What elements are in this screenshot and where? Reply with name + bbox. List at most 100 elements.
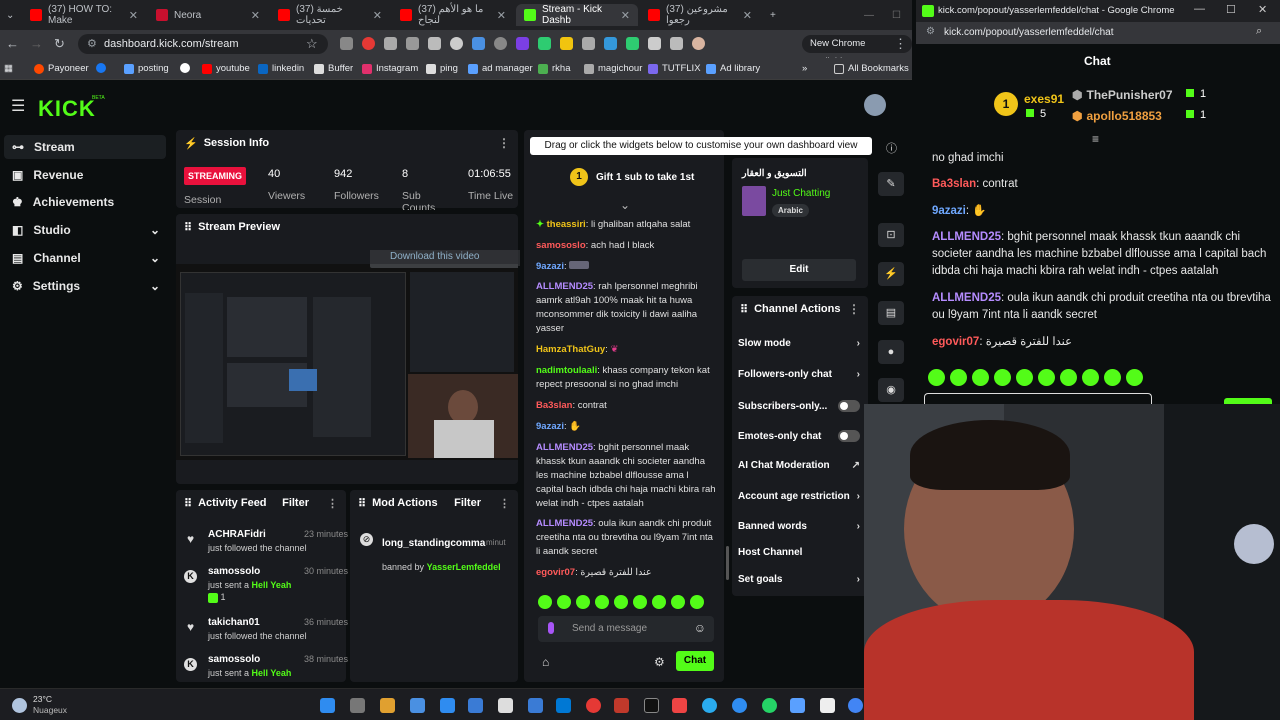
store-icon[interactable]: ⌂ (542, 655, 549, 669)
filter-button[interactable]: Filter (454, 497, 481, 509)
focus-icon[interactable]: ⊡ (878, 223, 904, 247)
tab-6[interactable]: (37) مشروعين رجعوا ✕ (640, 4, 760, 26)
minimize-icon[interactable]: — (1194, 3, 1205, 15)
apps-icon[interactable]: ▦ (4, 63, 13, 74)
close-icon[interactable]: ✕ (621, 9, 630, 22)
extension-icon[interactable] (406, 37, 419, 50)
more-icon[interactable]: ⋮ (498, 136, 510, 150)
kick-logo[interactable]: KICK (38, 96, 96, 122)
sidebar-item-studio[interactable]: ◧ Studio ⌄ (4, 218, 166, 242)
chat-user[interactable]: 9azazi (932, 205, 966, 217)
sidebar-item-channel[interactable]: ▤ Channel ⌄ (4, 246, 166, 270)
bookmark-magichour[interactable]: magichour (584, 63, 642, 74)
category-thumbnail[interactable] (742, 186, 766, 216)
more-icon[interactable]: ⋮ (848, 302, 860, 316)
bolt-icon[interactable]: ⚡ (878, 262, 904, 286)
sidebar-item-revenue[interactable]: ▣ Revenue (4, 163, 166, 187)
close-icon[interactable]: ✕ (129, 9, 138, 22)
chat-user[interactable]: ALLMEND25 (932, 292, 1001, 304)
followers-only-item[interactable]: Followers-only chat › (738, 369, 860, 380)
chat-user[interactable]: HamzaThatGuy (536, 344, 605, 355)
more-icon[interactable]: ⋮ (327, 497, 338, 510)
app-icon[interactable] (440, 698, 455, 713)
emote-icon[interactable] (972, 369, 989, 386)
emote-icon[interactable] (690, 594, 704, 609)
extension-icon[interactable] (560, 37, 573, 50)
emote-icon[interactable] (928, 369, 945, 386)
chat-user[interactable]: ALLMEND25 (536, 518, 593, 529)
google-icon[interactable] (180, 63, 190, 73)
app-icon[interactable] (614, 698, 629, 713)
task-view-icon[interactable] (350, 698, 365, 713)
forward-icon[interactable]: → (30, 36, 43, 51)
set-goals-item[interactable]: Set goals › (738, 574, 860, 585)
all-bookmarks[interactable]: All Bookmarks (834, 63, 909, 74)
media-icon[interactable] (670, 37, 683, 50)
opera-icon[interactable] (586, 698, 601, 713)
app-icon[interactable] (790, 698, 805, 713)
emote-icon[interactable] (538, 594, 552, 609)
chat-send-button[interactable]: Chat (676, 651, 714, 671)
facebook-icon[interactable] (96, 63, 106, 73)
bookmarks-overflow-icon[interactable]: » (802, 63, 807, 74)
extension-icon[interactable] (384, 37, 397, 50)
extension-icon[interactable] (494, 37, 507, 50)
maximize-icon[interactable]: ☐ (1226, 3, 1236, 16)
emote-icon[interactable] (557, 594, 571, 609)
category-link[interactable]: Just Chatting (772, 188, 830, 199)
close-icon[interactable]: ✕ (497, 9, 506, 22)
extension-icon[interactable] (362, 37, 375, 50)
tab-list-icon[interactable]: ⌄ (0, 4, 18, 26)
app-icon[interactable] (410, 698, 425, 713)
extension-icon[interactable] (626, 37, 639, 50)
puzzle-icon[interactable] (648, 37, 661, 50)
send-message-input[interactable]: Send a message ☺ (538, 616, 714, 642)
extension-icon[interactable] (604, 37, 617, 50)
edit-icon[interactable]: ✎ (878, 172, 904, 196)
gift-sub-cta[interactable]: Gift 1 sub to take 1st (596, 172, 694, 183)
ai-moderation-item[interactable]: AI Chat Moderation ↗ (738, 460, 860, 471)
emote-icon[interactable] (595, 594, 609, 609)
bookmark-posting[interactable]: posting (124, 63, 169, 74)
emote-icon[interactable] (1016, 369, 1033, 386)
extension-icon[interactable] (340, 37, 353, 50)
emoji-icon[interactable]: ☺ (694, 621, 706, 635)
leader-user[interactable]: apollo518853 (1086, 109, 1161, 123)
app-icon[interactable] (672, 698, 687, 713)
collapse-icon[interactable]: ⌄ (620, 198, 630, 212)
chrome-icon[interactable] (848, 698, 863, 713)
close-icon[interactable]: ✕ (373, 9, 382, 22)
extension-icon[interactable] (472, 37, 485, 50)
tab-4[interactable]: (37) ما هو الأهم لنجاح ✕ (392, 4, 514, 26)
app-icon[interactable] (498, 698, 513, 713)
bookmark-tutflix[interactable]: TUTFLIX (648, 63, 701, 74)
chat-scrollbar[interactable] (726, 546, 729, 580)
emotes-only-toggle[interactable] (838, 430, 860, 442)
bookmark-buffer[interactable]: Buffer (314, 63, 353, 74)
chat-user[interactable]: ALLMEND25 (536, 281, 593, 292)
notion-icon[interactable] (820, 698, 835, 713)
chat-user[interactable]: nadimtoulaali (536, 365, 597, 376)
emote-icon[interactable] (1082, 369, 1099, 386)
chat-user[interactable]: Ba3slan (932, 178, 976, 190)
subscribers-only-item[interactable]: Subscribers-only... (738, 400, 860, 412)
chat-user[interactable]: 9azazi (536, 261, 564, 272)
emote-icon[interactable] (614, 594, 628, 609)
leader-user[interactable]: exes91 (1024, 92, 1064, 106)
app-icon[interactable] (528, 698, 543, 713)
filter-button[interactable]: Filter (282, 497, 309, 509)
chat-user[interactable]: theassiri (547, 219, 586, 230)
copilot-icon[interactable] (380, 698, 395, 713)
tab-2[interactable]: Neora ✕ (148, 4, 268, 26)
bookmark-ping[interactable]: ping (426, 63, 458, 74)
reload-icon[interactable]: ↻ (54, 36, 65, 52)
menu-icon[interactable]: ⋮ (894, 36, 907, 52)
new-tab-button[interactable]: + (762, 4, 782, 26)
profile-icon[interactable] (692, 37, 705, 50)
chat-user[interactable]: 9azazi (536, 421, 564, 432)
chat-user[interactable]: ALLMEND25 (536, 442, 593, 453)
tab-1[interactable]: (37) HOW TO: Make ✕ (22, 4, 146, 26)
site-info-icon[interactable]: ⚙ (87, 34, 97, 54)
emote-icon[interactable] (1060, 369, 1077, 386)
emote-icon[interactable] (1038, 369, 1055, 386)
